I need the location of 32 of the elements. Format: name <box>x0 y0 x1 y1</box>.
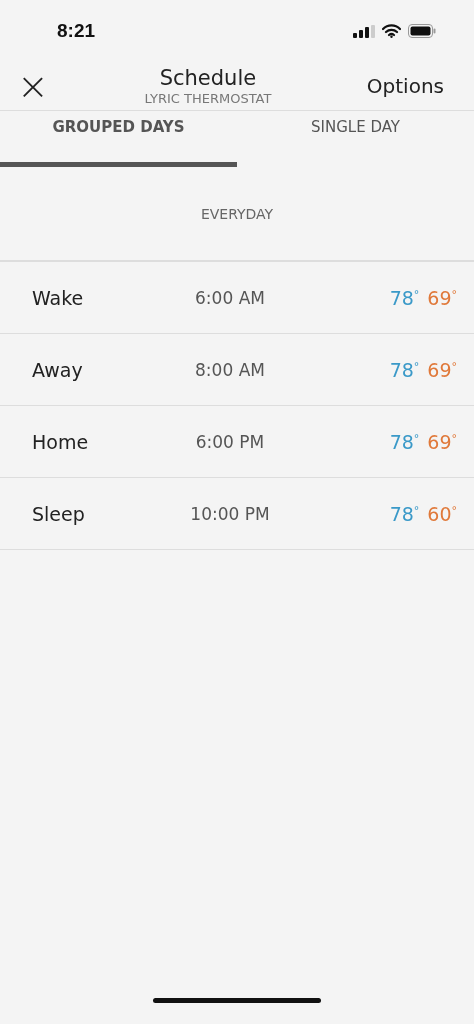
tab[interactable]: GROUPED DAYS <box>0 111 237 167</box>
period-name: Home <box>32 430 90 453</box>
period-time: 6:00 PM <box>194 431 266 452</box>
heat-setpoint: 69$^{°}$ <box>427 430 457 453</box>
cool-setpoint: 78$^{°}$ <box>389 358 420 381</box>
battery-icon <box>408 24 436 38</box>
home-indicator[interactable] <box>153 998 321 1003</box>
schedule-row[interactable]: Home 6:00 PM 78$^{°}$ 69$^{°}$ <box>0 406 474 478</box>
wifi-icon <box>382 24 401 38</box>
section-heading: EVERYDAY <box>200 205 274 222</box>
cool-setpoint: 78$^{°}$ <box>389 430 420 453</box>
period-name: Wake <box>32 286 85 309</box>
period-time: 6:00 AM <box>194 287 266 308</box>
heat-setpoint: 60$^{°}$ <box>427 502 457 525</box>
heat-setpoint: 69$^{°}$ <box>427 286 457 309</box>
period-name: Away <box>32 358 84 381</box>
status-time: 8:21 <box>57 20 96 42</box>
signal-icon <box>353 24 375 38</box>
screen-subtitle: LYRIC THERMOSTAT <box>144 91 272 107</box>
screen-title: Schedule <box>159 65 257 91</box>
cool-setpoint: 78$^{°}$ <box>389 502 420 525</box>
schedule-row[interactable]: Away 8:00 AM 78$^{°}$ 69$^{°}$ <box>0 334 474 406</box>
options-button[interactable]: Options <box>366 74 444 98</box>
schedule-row[interactable]: Sleep 10:00 PM 78$^{°}$ 60$^{°}$ <box>0 478 474 550</box>
period-time: 8:00 AM <box>194 359 266 380</box>
tab[interactable]: SINGLE DAY <box>237 111 474 167</box>
schedule-row[interactable]: Wake 6:00 AM 78$^{°}$ 69$^{°}$ <box>0 262 474 334</box>
period-time: 10:00 PM <box>189 503 271 524</box>
period-name: Sleep <box>32 502 86 525</box>
heat-setpoint: 69$^{°}$ <box>427 358 457 381</box>
cool-setpoint: 78$^{°}$ <box>389 286 420 309</box>
close-button[interactable]: × <box>17 69 49 103</box>
